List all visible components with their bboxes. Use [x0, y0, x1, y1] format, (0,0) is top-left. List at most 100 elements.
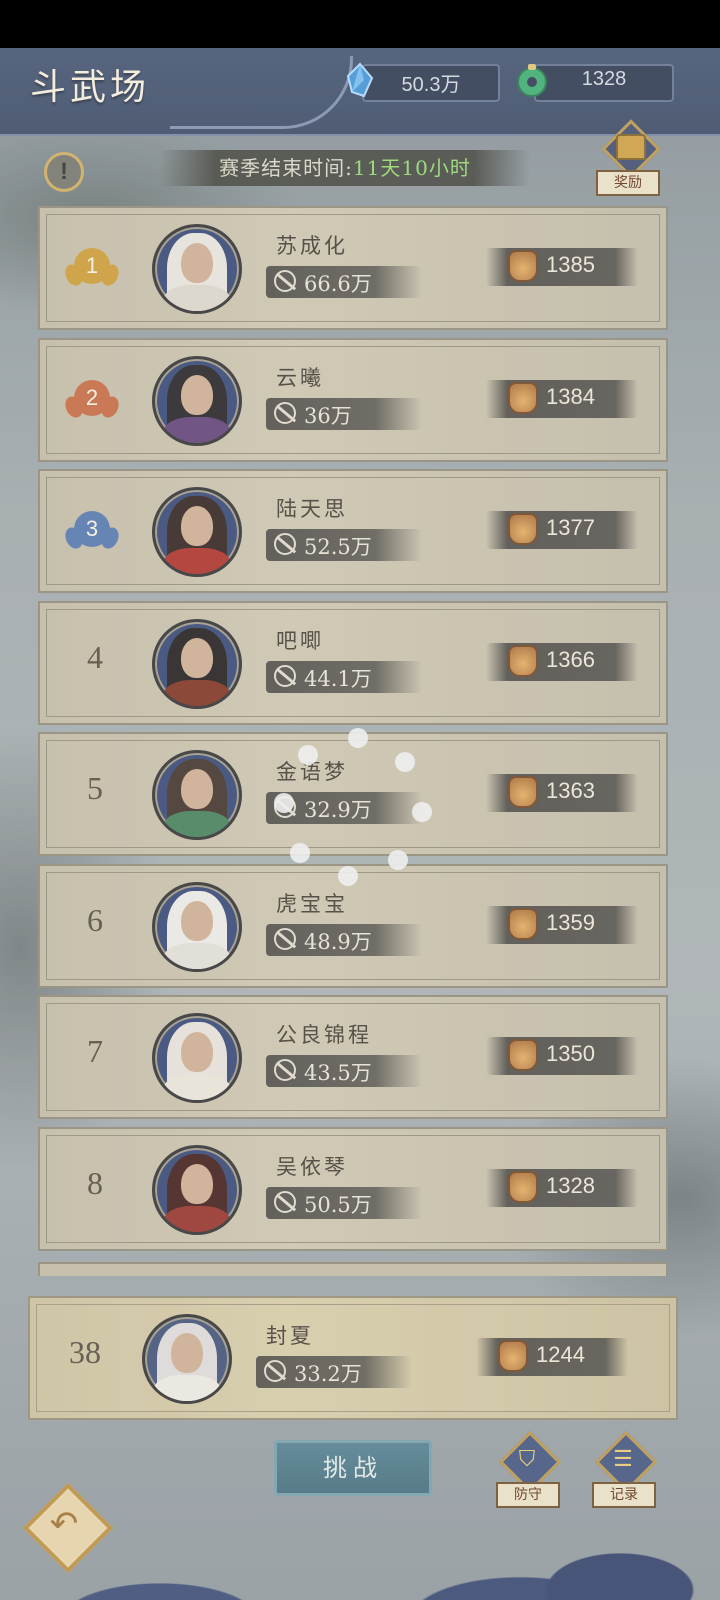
score-icon: [508, 1039, 538, 1071]
power-icon: [274, 1190, 296, 1213]
my-rank-card[interactable]: 38 封夏 33.2万 1244: [28, 1296, 678, 1420]
rank-number: 8: [87, 1164, 103, 1201]
season-label: 赛季结束时间:: [219, 156, 353, 180]
power-icon: [274, 664, 296, 687]
rank-number: 1: [74, 248, 110, 284]
score-icon: [508, 644, 538, 677]
avatar-face: [181, 769, 213, 809]
score-icon: [498, 1340, 528, 1372]
info-icon[interactable]: !: [44, 152, 84, 192]
score-badge: 1363: [486, 774, 638, 812]
power-icon: [274, 927, 296, 950]
top-header: 斗武场 50.3万 1328: [0, 48, 720, 136]
rank-number: 5: [87, 770, 103, 806]
challenge-button[interactable]: 挑战: [274, 1440, 432, 1496]
avatar[interactable]: [152, 224, 242, 314]
player-name: 虎宝宝: [276, 891, 348, 916]
rank-row[interactable]: 2 云曦 36万 1384: [38, 337, 668, 462]
score-badge: 1244: [476, 1338, 628, 1376]
avatar-body: [163, 811, 231, 837]
score-icon: [508, 907, 538, 940]
season-remaining: 11天10小时: [352, 156, 471, 180]
reward-button[interactable]: 奖励: [596, 119, 661, 196]
list-scroll-edge: [38, 1262, 668, 1276]
rank-medal-icon: 3: [62, 505, 122, 557]
power-badge: 44.1万: [266, 660, 422, 693]
player-name: 云曦: [276, 365, 324, 390]
spinner-dot: [290, 843, 310, 863]
power-icon: [274, 1059, 296, 1081]
player-name: 吴依琴: [276, 1154, 348, 1179]
scroll-icon: ☰: [613, 1446, 633, 1471]
power-value: 33.2万: [294, 1362, 362, 1386]
power-icon: [274, 533, 296, 555]
player-name: 封夏: [266, 1324, 314, 1348]
defense-label: 防守: [496, 1482, 560, 1508]
record-button[interactable]: ☰ 记录: [592, 1430, 658, 1508]
avatar[interactable]: [152, 1013, 242, 1103]
rank-row[interactable]: 7 公良锦程 43.5万 1350: [38, 995, 668, 1119]
score-icon: [508, 776, 538, 808]
avatar-face: [181, 900, 213, 941]
rank-row[interactable]: 8 吴依琴 50.5万 1328: [38, 1126, 668, 1251]
rank-number: 4: [87, 638, 103, 675]
power-badge: 33.2万: [256, 1356, 412, 1388]
reward-label: 奖励: [596, 170, 660, 196]
spinner-dot: [298, 745, 318, 765]
rank-number: 2: [74, 379, 110, 416]
avatar-body: [163, 285, 231, 311]
avatar-face: [181, 506, 213, 546]
avatar-body: [163, 548, 231, 574]
score-value: 1350: [546, 1041, 595, 1066]
status-bar: [0, 0, 720, 48]
defense-button[interactable]: ⛉ 防守: [496, 1430, 562, 1508]
power-icon: [274, 270, 296, 292]
power-value: 66.6万: [304, 272, 372, 296]
jade-counter[interactable]: 1328: [517, 64, 674, 102]
spinner-dot: [274, 793, 294, 813]
power-badge: 36万: [266, 397, 422, 430]
power-value: 52.5万: [304, 535, 372, 559]
rank-medal-icon: 1: [62, 242, 122, 294]
avatar[interactable]: [152, 618, 242, 709]
rank-number: 3: [74, 511, 110, 547]
avatar-face: [181, 374, 213, 415]
rank-row[interactable]: 1 苏成化 66.6万 1385: [38, 206, 668, 330]
avatar[interactable]: [152, 487, 242, 577]
rank-row[interactable]: 5 金语梦 32.9万 1363: [38, 732, 668, 856]
spinner-dot: [388, 850, 408, 870]
score-badge: 1366: [486, 642, 638, 681]
avatar[interactable]: [152, 1144, 242, 1235]
avatar[interactable]: [142, 1314, 232, 1404]
power-badge: 43.5万: [266, 1055, 422, 1087]
rank-row[interactable]: 3 陆天思 52.5万 1377: [38, 469, 668, 593]
score-badge: 1377: [486, 511, 638, 549]
power-icon: [274, 401, 296, 424]
power-badge: 50.5万: [266, 1186, 422, 1219]
avatar-body: [163, 679, 231, 706]
avatar-body: [163, 416, 231, 443]
rank-number: 38: [69, 1334, 101, 1370]
score-value: 1244: [536, 1342, 585, 1367]
avatar[interactable]: [152, 355, 242, 446]
back-button[interactable]: ↶: [22, 1482, 114, 1574]
season-timer: 赛季结束时间:11天10小时: [160, 150, 530, 186]
crystal-counter[interactable]: 50.3万: [346, 62, 500, 102]
score-badge: 1328: [486, 1168, 638, 1207]
score-icon: [508, 1170, 538, 1203]
jade-amount: 1328: [581, 68, 627, 90]
score-value: 1385: [546, 252, 595, 277]
score-value: 1377: [546, 515, 595, 540]
power-badge: 66.6万: [266, 266, 422, 298]
avatar[interactable]: [152, 881, 242, 972]
score-icon: [508, 513, 538, 545]
score-icon: [508, 250, 538, 282]
rank-row[interactable]: 4 吧唧 44.1万 1366: [38, 600, 668, 725]
score-badge: 1385: [486, 248, 638, 286]
spinner-dot: [412, 802, 432, 822]
treasure-chest-icon: [616, 134, 646, 160]
avatar[interactable]: [152, 750, 242, 840]
score-icon: [508, 381, 538, 414]
spinner-dot: [338, 866, 358, 886]
rank-number: 6: [87, 901, 103, 938]
